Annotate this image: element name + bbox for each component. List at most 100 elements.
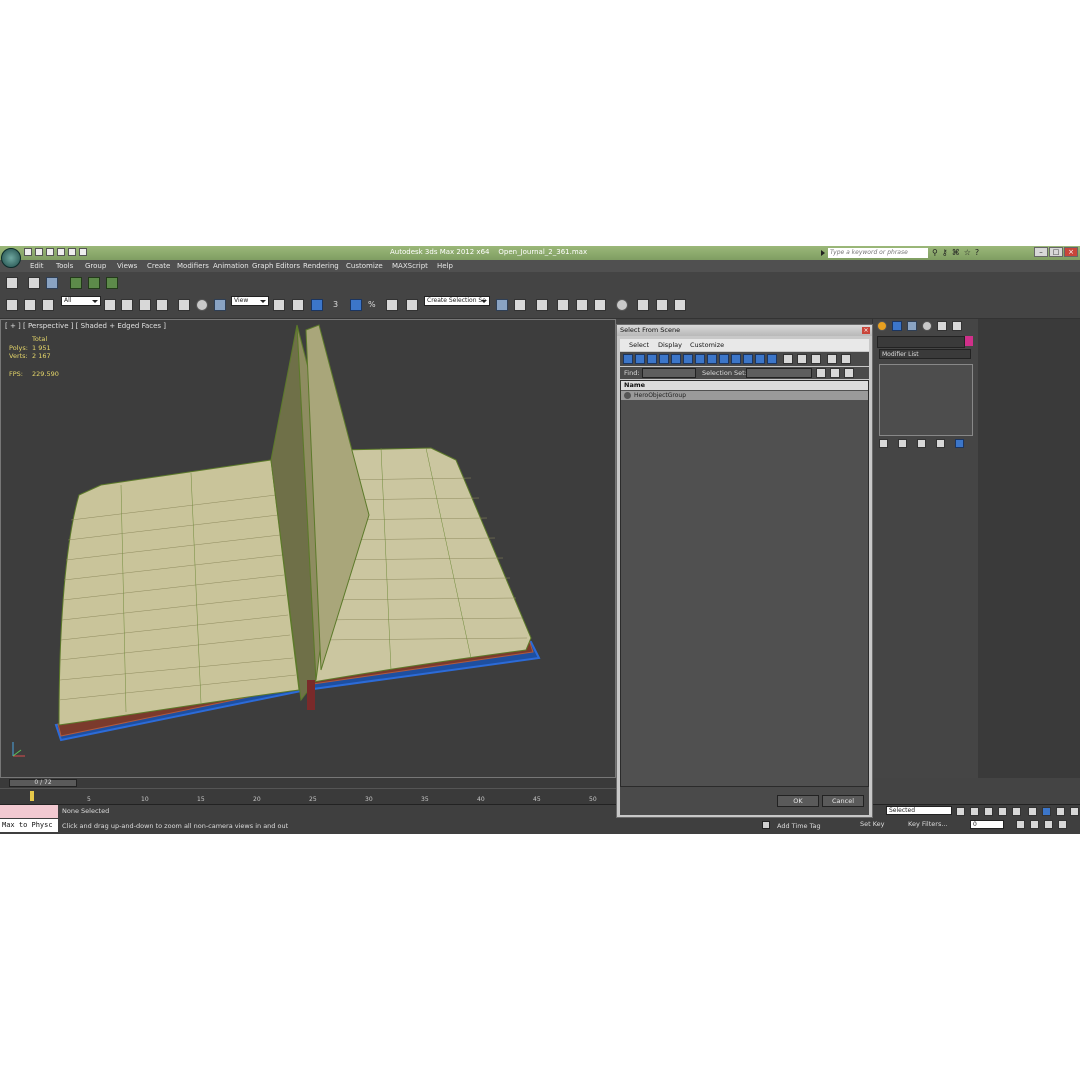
selection-filter-dropdown[interactable]: All — [61, 296, 101, 306]
menu-rendering[interactable]: Rendering — [303, 262, 339, 270]
inherit-container-icon[interactable] — [88, 277, 100, 289]
key-filters-button[interactable]: Key Filters... — [908, 820, 948, 828]
filter-space-warps-icon[interactable] — [683, 354, 693, 364]
previous-frame-icon[interactable] — [970, 807, 979, 816]
select-link-icon[interactable] — [6, 299, 18, 311]
filter-containers-icon[interactable] — [731, 354, 741, 364]
layer-manager-icon[interactable] — [6, 277, 18, 289]
sync-selection-icon[interactable] — [841, 354, 851, 364]
remove-from-selection-set-icon[interactable] — [844, 368, 854, 378]
rotate-icon[interactable] — [196, 299, 208, 311]
layer-manager-toolbar-icon[interactable] — [536, 299, 548, 311]
menu-maxscript[interactable]: MAXScript — [392, 262, 428, 270]
application-logo-icon[interactable] — [1, 248, 21, 268]
dialog-menu-display[interactable]: Display — [658, 341, 682, 349]
filter-shapes-icon[interactable] — [635, 354, 645, 364]
container-icon[interactable] — [70, 277, 82, 289]
current-frame-field[interactable]: 0 — [970, 820, 1004, 829]
remove-modifier-icon[interactable] — [936, 439, 945, 448]
select-all-icon[interactable] — [783, 354, 793, 364]
filter-helpers-icon[interactable] — [671, 354, 681, 364]
filter-lights-icon[interactable] — [647, 354, 657, 364]
minimize-icon[interactable]: – — [1034, 247, 1048, 257]
select-by-name-icon[interactable] — [121, 299, 133, 311]
graphite-ribbon-icon[interactable] — [557, 299, 569, 311]
object-color-swatch[interactable] — [965, 336, 973, 346]
select-none-icon[interactable] — [797, 354, 807, 364]
object-properties-icon[interactable] — [28, 277, 40, 289]
window-crossing-icon[interactable] — [156, 299, 168, 311]
add-time-tag[interactable]: Add Time Tag — [777, 822, 821, 830]
next-frame-icon[interactable] — [998, 807, 1007, 816]
create-selection-set-icon[interactable] — [816, 368, 826, 378]
play-icon[interactable] — [984, 807, 993, 816]
name-column-header[interactable]: Name — [621, 381, 868, 390]
set-key-button[interactable]: Set Key — [860, 820, 885, 828]
keyboard-shortcut-override-icon[interactable] — [311, 299, 323, 311]
menu-customize[interactable]: Customize — [346, 262, 383, 270]
undo-icon[interactable] — [57, 248, 65, 256]
show-end-result-icon[interactable] — [898, 439, 907, 448]
make-unique-icon[interactable] — [917, 439, 926, 448]
material-editor-icon[interactable] — [616, 299, 628, 311]
menu-graph-editors[interactable]: Graph Editors — [252, 262, 300, 270]
hierarchy-tab-icon[interactable] — [907, 321, 917, 331]
update-container-icon[interactable] — [106, 277, 118, 289]
infocenter-search-input[interactable]: Type a keyword or phrase — [828, 248, 928, 258]
pin-stack-icon[interactable] — [879, 439, 888, 448]
go-to-end-icon[interactable] — [1012, 807, 1021, 816]
align-icon[interactable] — [514, 299, 526, 311]
time-slider[interactable]: 0 / 72 — [9, 779, 77, 787]
unlink-icon[interactable] — [24, 299, 36, 311]
scale-icon[interactable] — [214, 299, 226, 311]
track-bar[interactable]: 5 10 15 20 25 30 35 40 45 50 — [0, 788, 616, 805]
render-setup-icon[interactable] — [637, 299, 649, 311]
time-tag-icon[interactable] — [762, 821, 770, 829]
help-icon[interactable]: ? — [975, 248, 979, 257]
menu-modifiers[interactable]: Modifiers — [177, 262, 209, 270]
restore-icon[interactable]: □ — [1049, 247, 1063, 257]
maxscript-mini-listener[interactable]: Max to Physc — [0, 819, 58, 832]
field-of-view-icon[interactable] — [1016, 820, 1025, 829]
move-icon[interactable] — [178, 299, 190, 311]
select-manipulate-icon[interactable] — [292, 299, 304, 311]
spinner-snap-icon[interactable] — [386, 299, 398, 311]
menu-edit[interactable]: Edit — [30, 262, 44, 270]
save-file-icon[interactable] — [46, 248, 54, 256]
current-frame-marker[interactable] — [30, 791, 34, 801]
selection-set-dropdown[interactable] — [746, 368, 812, 378]
orbit-icon[interactable] — [1044, 820, 1053, 829]
snap-toggle-icon[interactable]: 3 — [333, 300, 338, 309]
zoom-all-icon[interactable] — [1042, 807, 1051, 816]
maximize-viewport-icon[interactable] — [1058, 820, 1067, 829]
filter-xrefs-icon[interactable] — [707, 354, 717, 364]
mirror-icon[interactable] — [496, 299, 508, 311]
display-tab-icon[interactable] — [937, 321, 947, 331]
motion-tab-icon[interactable] — [922, 321, 932, 331]
filter-all-icon[interactable] — [767, 354, 777, 364]
perspective-viewport[interactable]: [ + ] [ Perspective ] [ Shaded + Edged F… — [0, 319, 616, 778]
schematic-view-icon[interactable] — [594, 299, 606, 311]
menu-group[interactable]: Group — [85, 262, 106, 270]
filter-cameras-icon[interactable] — [659, 354, 669, 364]
key-mode-dropdown[interactable]: Selected — [886, 806, 952, 815]
select-object-icon[interactable] — [104, 299, 116, 311]
close-icon[interactable]: × — [1064, 247, 1078, 257]
render-production-icon[interactable] — [674, 299, 686, 311]
menu-views[interactable]: Views — [117, 262, 137, 270]
create-tab-icon[interactable] — [877, 321, 887, 331]
menu-create[interactable]: Create — [147, 262, 170, 270]
bind-space-warp-icon[interactable] — [42, 299, 54, 311]
zoom-extents-icon[interactable] — [1056, 807, 1065, 816]
zoom-extents-all-icon[interactable] — [1070, 807, 1079, 816]
go-to-start-icon[interactable] — [956, 807, 965, 816]
modify-tab-icon[interactable] — [892, 321, 902, 331]
object-name-field[interactable] — [877, 336, 965, 348]
filter-funnel-icon[interactable] — [827, 354, 837, 364]
select-invert-icon[interactable] — [811, 354, 821, 364]
rendered-frame-window-icon[interactable] — [656, 299, 668, 311]
scene-object-list[interactable]: Name HeroObjectGroup — [620, 380, 869, 787]
network-icon[interactable]: ⌘ — [952, 248, 960, 257]
find-input[interactable] — [642, 368, 696, 378]
maxscript-mini-listener-top[interactable] — [0, 805, 58, 818]
